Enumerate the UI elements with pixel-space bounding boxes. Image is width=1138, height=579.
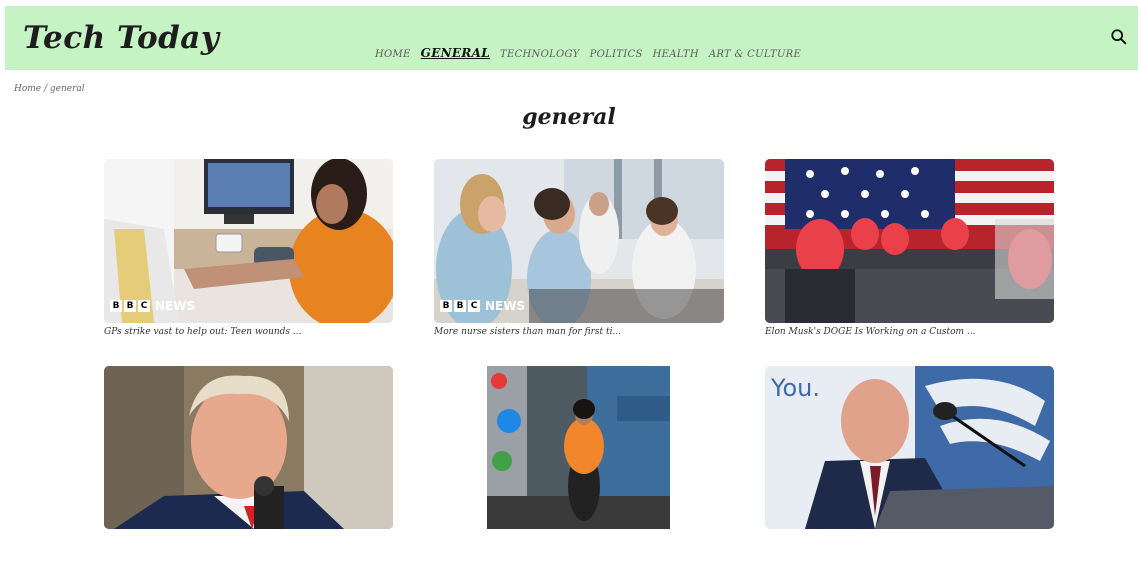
nav-health[interactable]: HEALTH [653,49,699,60]
news-thumbnail[interactable]: BBC NEWS [104,159,393,323]
bbc-news-badge: BBC NEWS [440,299,525,313]
nav-politics[interactable]: POLITICS [590,49,643,60]
news-card[interactable]: Elon Musk's DOGE Is Working on a Custom … [765,159,1054,337]
nav-home[interactable]: HOME [375,49,411,60]
search-icon[interactable] [1110,28,1128,46]
news-thumbnail[interactable] [765,159,1054,323]
news-card[interactable] [487,366,670,529]
nav-art-culture[interactable]: ART & CULTURE [709,49,801,60]
site-logo[interactable]: Tech Today [23,20,219,56]
news-thumbnail[interactable]: You. [765,366,1054,529]
news-caption[interactable]: Elon Musk's DOGE Is Working on a Custom … [765,327,1065,337]
page-title: general [522,104,616,130]
nav-general[interactable]: GENERAL [421,46,490,60]
top-header: Tech Today HOME GENERAL TECHNOLOGY POLIT… [5,6,1138,70]
breadcrumb: Home / general [14,84,85,94]
news-card[interactable] [104,366,393,529]
news-card[interactable]: BBC NEWS GPs strike vast to help out: Te… [104,159,393,337]
news-caption[interactable]: GPs strike vast to help out: Teen wounds… [104,327,404,337]
news-card[interactable]: BBC NEWS More nurse sisters than man for… [434,159,724,337]
news-thumbnail[interactable] [487,366,670,529]
news-caption[interactable]: More nurse sisters than man for first ti… [434,327,734,337]
news-thumbnail[interactable]: BBC NEWS [434,159,724,323]
main-nav: HOME GENERAL TECHNOLOGY POLITICS HEALTH … [375,46,801,60]
nav-technology[interactable]: TECHNOLOGY [500,49,580,60]
bbc-news-badge: BBC NEWS [110,299,195,313]
news-thumbnail[interactable] [104,366,393,529]
news-card[interactable]: You. [765,366,1054,529]
svg-text:You.: You. [770,374,820,402]
